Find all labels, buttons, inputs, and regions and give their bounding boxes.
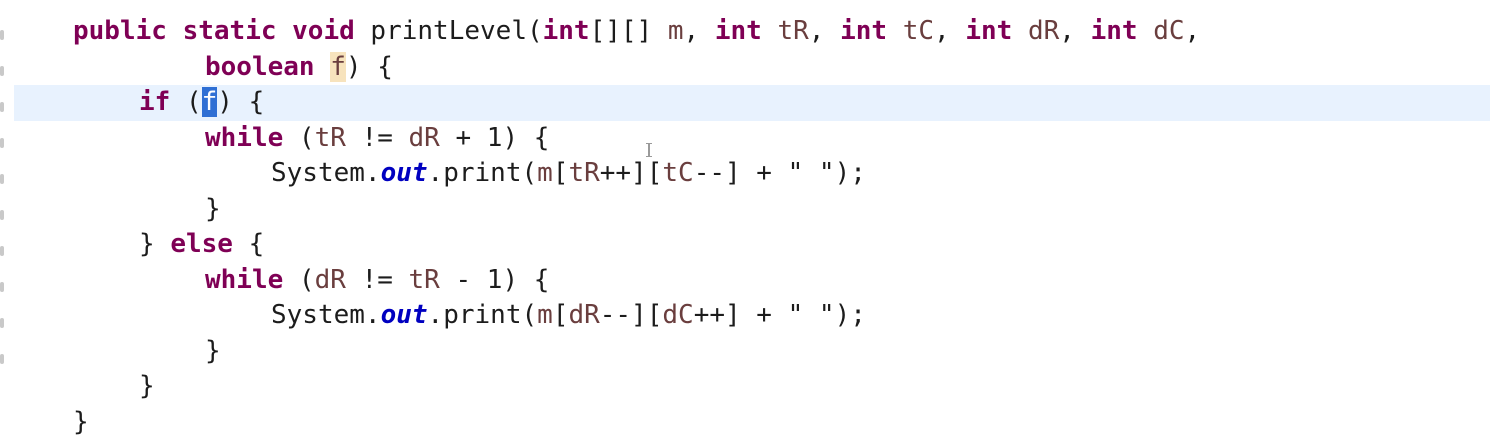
code-token: while xyxy=(205,122,284,153)
code-token: int xyxy=(542,16,590,46)
code-line-content: } else { xyxy=(139,227,264,263)
code-line[interactable]: System.out.print(m[dR--][dC++] + " "); xyxy=(0,298,1490,334)
code-token: } xyxy=(139,371,155,401)
code-line[interactable]: while (dR != tR - 1) { xyxy=(0,263,1490,299)
code-token: m xyxy=(667,16,684,46)
code-line[interactable]: } xyxy=(0,369,1490,405)
code-token: [][] xyxy=(589,16,668,46)
code-token: } xyxy=(73,406,89,437)
code-token: f xyxy=(330,51,346,82)
code-token: boolean xyxy=(205,51,315,82)
code-token: ++][ xyxy=(599,158,663,188)
code-token: dC xyxy=(1153,16,1185,46)
code-token: } xyxy=(205,335,221,366)
code-token: [ xyxy=(552,300,569,330)
code-token: else xyxy=(170,229,233,259)
code-token: out xyxy=(380,158,428,188)
current-code-line[interactable]: if (f) { xyxy=(14,85,1490,121)
code-token: dR xyxy=(314,264,346,295)
code-token: dC xyxy=(662,300,694,330)
code-token: , xyxy=(683,16,715,46)
code-line-content: System.out.print(m[dR--][dC++] + " "); xyxy=(271,298,866,334)
code-token: } xyxy=(205,193,221,224)
code-token: tR xyxy=(408,264,440,295)
code-line-content: } xyxy=(205,334,221,370)
code-token: ( xyxy=(283,264,315,295)
code-line-content: System.out.print(m[tR++][tC--] + " "); xyxy=(271,156,866,192)
code-token: ( xyxy=(170,87,202,117)
code-token: --] + " "); xyxy=(693,158,866,188)
code-token: ) { xyxy=(345,51,393,82)
i-beam-cursor-icon xyxy=(646,143,652,157)
code-token: int xyxy=(965,16,1013,46)
code-token: f xyxy=(201,87,218,117)
code-token: tC xyxy=(902,16,935,46)
code-token: ( xyxy=(283,122,315,153)
code-line[interactable]: } xyxy=(0,192,1490,228)
code-token: .print( xyxy=(427,300,538,330)
code-line[interactable]: System.out.print(m[tR++][tC--] + " "); xyxy=(0,156,1490,192)
code-token: ++] + " "); xyxy=(693,300,866,330)
code-token: dR xyxy=(568,300,600,330)
code-token: dR xyxy=(1027,16,1060,46)
code-line-content: while (tR != dR + 1) { xyxy=(205,121,549,157)
code-token: void xyxy=(292,16,355,46)
code-token: while xyxy=(205,264,284,295)
code-token: != xyxy=(345,264,409,295)
code-token: int xyxy=(840,16,888,46)
code-token: ) { xyxy=(217,87,265,117)
code-token: --][ xyxy=(599,300,663,330)
code-line-content: boolean f) { xyxy=(205,50,393,86)
code-token: out xyxy=(380,300,428,330)
code-token: m xyxy=(537,300,553,330)
code-token: , xyxy=(1184,16,1201,46)
code-line-content: } xyxy=(139,369,155,405)
code-token: , xyxy=(934,16,966,46)
code-token: static xyxy=(182,16,277,46)
code-line[interactable]: } else { xyxy=(0,227,1490,263)
code-line-content: while (dR != tR - 1) { xyxy=(205,263,549,299)
code-token: - 1) { xyxy=(439,264,550,295)
code-line-content: } xyxy=(73,405,89,441)
code-token: tR xyxy=(568,158,600,188)
code-token: System. xyxy=(271,158,381,188)
code-token: int xyxy=(714,16,762,46)
code-token: int xyxy=(1090,16,1138,46)
code-token: printLevel( xyxy=(354,16,543,46)
code-token: dR xyxy=(408,122,440,153)
code-token: tC xyxy=(662,158,694,188)
code-token: , xyxy=(808,16,841,46)
code-token: } xyxy=(139,229,171,259)
code-token: != xyxy=(345,122,409,153)
code-line-content: } xyxy=(205,192,221,228)
code-token: System. xyxy=(271,300,381,330)
code-line[interactable]: } xyxy=(0,405,1490,441)
code-token: if xyxy=(139,87,171,117)
code-editor[interactable]: public static void printLevel(int[][] m,… xyxy=(0,0,1490,446)
code-line[interactable]: while (tR != dR + 1) { xyxy=(0,121,1490,157)
code-token: public xyxy=(73,16,167,46)
code-token: [ xyxy=(552,158,569,188)
code-token: tR xyxy=(777,16,809,46)
code-token: m xyxy=(537,158,553,188)
code-line-content: if (f) { xyxy=(139,85,264,121)
code-line-content: public static void printLevel(int[][] m,… xyxy=(73,14,1200,50)
code-line[interactable]: public static void printLevel(int[][] m,… xyxy=(0,14,1490,50)
code-token: .print( xyxy=(427,158,538,188)
code-line[interactable]: boolean f) { xyxy=(0,50,1490,86)
code-token: tR xyxy=(314,122,346,153)
code-line[interactable]: } xyxy=(0,334,1490,370)
code-token: , xyxy=(1059,16,1091,46)
gutter-marker xyxy=(0,102,4,112)
code-token: { xyxy=(232,229,265,259)
code-token: + 1) { xyxy=(439,122,550,153)
